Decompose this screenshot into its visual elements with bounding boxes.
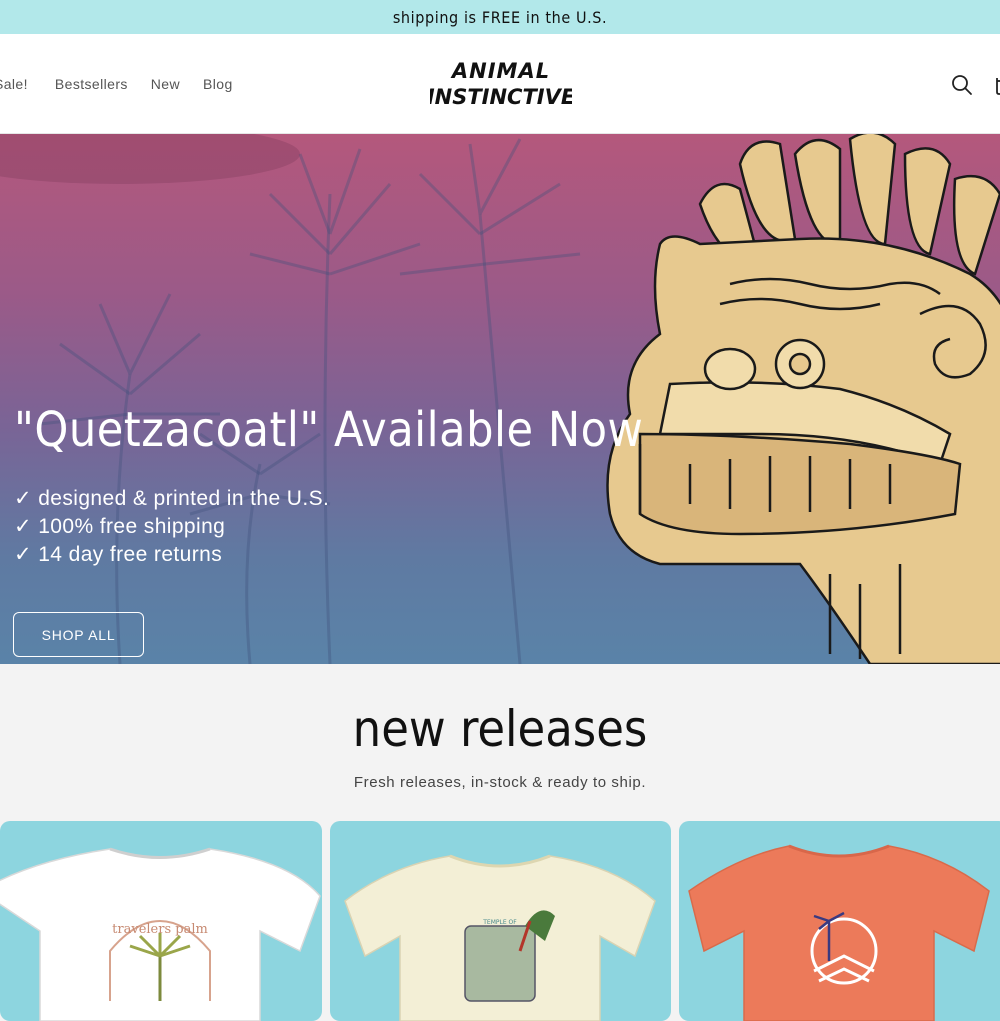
search-icon[interactable] [949,72,975,98]
announcement-bar: shipping is FREE in the U.S. [0,0,1000,34]
tshirt-image [688,844,990,1021]
section-subtitle: Fresh releases, in-stock & ready to ship… [353,774,647,791]
tshirt-graphic-text: TEMPLE OF [482,919,517,926]
nav-blog[interactable]: Blog [203,76,233,92]
product-card[interactable]: travelers palm [0,821,322,1021]
tshirt-image: TEMPLE OF [344,854,656,1021]
nav-new[interactable]: New [151,76,180,92]
feature-item: ✓ 14 day free returns [14,543,223,566]
site-header: Sale! Bestsellers New Blog ANIMAL INSTIN… [0,34,1000,134]
cart-icon[interactable] [990,72,1000,98]
hero-title: "Quetzacoatl" Available Now [14,402,644,458]
nav-bestsellers[interactable]: Bestsellers [55,76,128,92]
site-logo[interactable]: ANIMAL INSTINCTIVE [430,54,572,114]
quetzalcoatl-head-illustration [606,134,1000,664]
announcement-text: shipping is FREE in the U.S. [392,7,608,27]
shop-all-button[interactable]: SHOP ALL [13,612,144,657]
product-card[interactable] [679,821,1000,1021]
hero-feature-list: ✓ designed & printed in the U.S. ✓ 100% … [14,485,329,569]
nav-sale[interactable]: Sale! [0,76,28,92]
section-title: new releases [352,700,648,758]
product-card[interactable]: TEMPLE OF [330,821,671,1021]
logo-line2: INSTINCTIVE [430,85,572,109]
main-nav: Sale! Bestsellers New Blog [0,34,256,134]
logo-line1: ANIMAL [450,59,550,83]
feature-item: ✓ designed & printed in the U.S. [14,487,330,510]
hero-banner: "Quetzacoatl" Available Now ✓ designed &… [0,134,1000,664]
tshirt-image: travelers palm [0,847,321,1021]
feature-item: ✓ 100% free shipping [14,515,226,538]
